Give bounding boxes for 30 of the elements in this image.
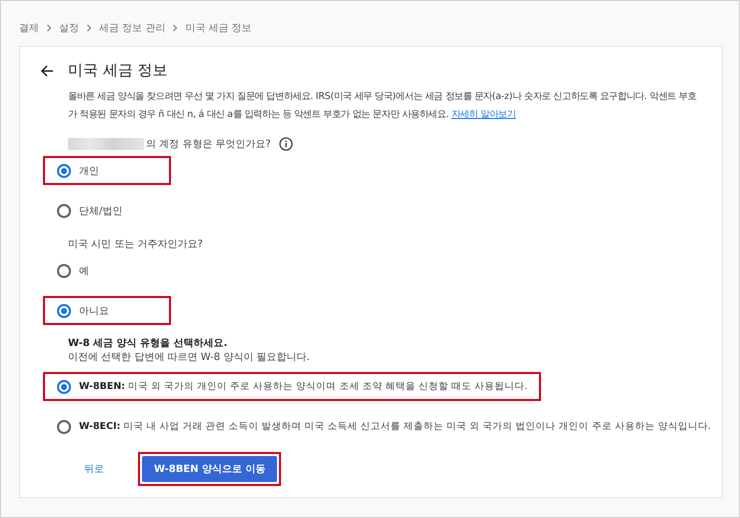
option-label: 아니요 <box>79 304 109 318</box>
radio-button[interactable] <box>57 380 71 394</box>
question-label: 미국 시민 또는 거주자인가요? <box>68 238 203 251</box>
intro-paragraph: 올바른 세금 양식을 찾으려면 우선 몇 가지 질문에 답변하세요. IRS(미국 세무 당국)에서는 세금 정보를 문자(a-z)나 숫자로 신고하도록 요구합니다. 악센트 부호가 적용된 문자의 경우 ñ 대신 n, á 대신 a를 입력하는 등 악센트 부호가 없는 문자만 사용하세요. 자세히 알아보기 <box>68 90 698 122</box>
chevron-icon <box>85 24 93 32</box>
back-arrow-icon[interactable] <box>40 64 54 78</box>
chevron-icon <box>45 24 53 32</box>
breadcrumb-item[interactable]: 설정 <box>59 21 79 35</box>
learn-more-link[interactable]: 자세히 알아보기 <box>451 109 516 120</box>
option-label: 단체/법인 <box>79 204 122 218</box>
option-label: 개인 <box>79 164 99 178</box>
page-title: 미국 세금 정보 <box>68 61 168 80</box>
radio-button[interactable] <box>57 264 71 278</box>
info-icon[interactable] <box>278 137 293 151</box>
radio-button[interactable] <box>57 164 71 178</box>
option-label: W-8ECI: 미국 내 사업 거래 관련 소득이 발생하며 미국 소득세 신고서를 제출하는 미국 외 국가의 법인이나 개인이 주로 사용하는 양식입니다. <box>79 420 711 433</box>
next-button[interactable]: W-8BEN 양식으로 이동 <box>142 456 278 482</box>
radio-button[interactable] <box>57 420 71 434</box>
option-label: 예 <box>79 264 89 278</box>
breadcrumb-item[interactable]: 결제 <box>19 21 39 35</box>
chevron-icon <box>171 24 180 32</box>
breadcrumb-item[interactable]: 미국 세금 정보 <box>185 21 252 35</box>
radio-button[interactable] <box>57 304 71 318</box>
back-button[interactable]: 뒤로 <box>80 456 108 482</box>
section-heading: W-8 세금 양식 유형을 선택하세요. <box>68 337 228 350</box>
question-label: 의 계정 유형은 무엇인가요? <box>146 138 271 151</box>
breadcrumb-item[interactable]: 세금 정보 관리 <box>99 21 166 35</box>
section-subtext: 이전에 선택한 답변에 따르면 W-8 양식이 필요합니다. <box>68 351 311 364</box>
option-label: W-8BEN: 미국 외 국가의 개인이 주로 사용하는 양식이며 조세 조약 혜택을 신청할 때도 사용됩니다. <box>79 380 528 393</box>
radio-button[interactable] <box>57 204 71 218</box>
